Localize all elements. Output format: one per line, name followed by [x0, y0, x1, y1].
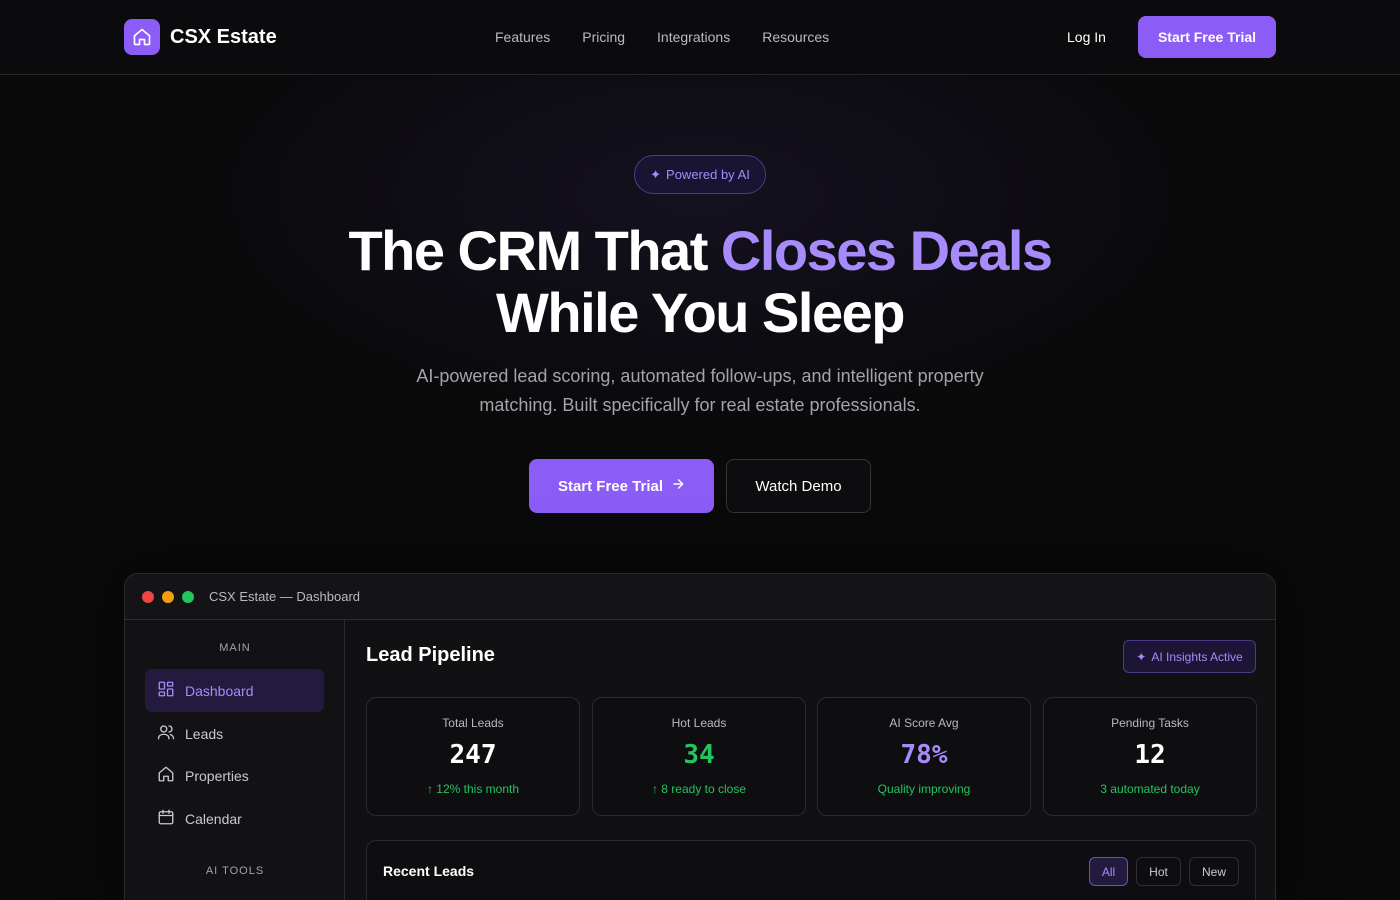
- brand-logo[interactable]: CSX Estate: [124, 19, 277, 55]
- top-nav: CSX Estate Features Pricing Integrations…: [0, 0, 1400, 75]
- stat-value: 78%: [900, 740, 948, 770]
- sparkle-icon: ✦: [650, 166, 662, 182]
- stat-value: 247: [449, 740, 497, 770]
- login-link[interactable]: Log In: [1067, 29, 1106, 45]
- sidebar-item-dashboard[interactable]: Dashboard: [145, 669, 324, 712]
- sidebar-item-properties[interactable]: Properties: [145, 754, 324, 797]
- stat-card-ai-score: AI Score Avg 78% Quality improving: [817, 697, 1031, 816]
- sidebar-item-calendar[interactable]: Calendar: [145, 797, 324, 840]
- ai-insights-pill[interactable]: ✦ AI Insights Active: [1123, 640, 1256, 673]
- stat-label: Pending Tasks: [1111, 716, 1189, 730]
- dashboard-main: Lead Pipeline ✦ AI Insights Active Total…: [345, 620, 1275, 900]
- sidebar-item-label: Calendar: [185, 810, 242, 827]
- stat-label: AI Score Avg: [889, 716, 959, 730]
- users-icon: [157, 723, 175, 744]
- calendar-icon: [157, 808, 175, 829]
- window-titlebar: CSX Estate — Dashboard: [125, 574, 1275, 620]
- filter-all-button[interactable]: All: [1089, 857, 1128, 886]
- sidebar-heading-ai-tools: AI TOOLS: [205, 865, 265, 877]
- filter-hot-button[interactable]: Hot: [1136, 857, 1181, 886]
- arrow-right-icon: [671, 477, 685, 495]
- house-icon: [124, 19, 160, 55]
- nav-link-features[interactable]: Features: [495, 29, 550, 45]
- close-dot-icon: [142, 591, 154, 603]
- nav-link-integrations[interactable]: Integrations: [657, 29, 730, 45]
- stat-label: Hot Leads: [671, 716, 727, 730]
- nav-link-pricing[interactable]: Pricing: [582, 29, 625, 45]
- headline-accent: Closes Deals: [720, 219, 1053, 282]
- window-title: CSX Estate — Dashboard: [209, 589, 361, 604]
- sidebar-item-label: Dashboard: [185, 682, 254, 699]
- brand-name: CSX Estate: [170, 25, 277, 48]
- stat-note: Quality improving: [877, 782, 971, 796]
- sidebar-heading-main: MAIN: [219, 642, 251, 654]
- stat-card-pending-tasks: Pending Tasks 12 3 automated today: [1043, 697, 1257, 816]
- hero-start-trial-label: Start Free Trial: [557, 477, 664, 495]
- stat-note: ↑ 8 ready to close: [651, 782, 747, 796]
- dashboard-window: CSX Estate — Dashboard MAIN Dashboard Le…: [124, 573, 1276, 900]
- recent-leads-panel: Recent Leads All Hot New: [366, 840, 1256, 900]
- sidebar-item-label: Leads: [185, 725, 224, 742]
- stat-value: 34: [683, 740, 715, 770]
- house-icon: [157, 765, 175, 786]
- sidebar-item-label: Properties: [185, 767, 249, 784]
- sparkle-icon: ✦: [1136, 649, 1147, 664]
- dashboard-sidebar: MAIN Dashboard Leads Properties Calendar: [125, 620, 345, 900]
- minimize-dot-icon: [162, 591, 174, 603]
- powered-by-ai-badge: ✦ Powered by AI: [634, 155, 766, 194]
- sidebar-item-leads[interactable]: Leads: [145, 712, 324, 755]
- nav-links: Features Pricing Integrations Resources: [495, 29, 829, 45]
- badge-label: Powered by AI: [666, 167, 750, 182]
- stat-card-hot-leads: Hot Leads 34 ↑ 8 ready to close: [592, 697, 806, 816]
- lead-pipeline-title: Lead Pipeline: [366, 644, 495, 666]
- recent-leads-title: Recent Leads: [383, 863, 475, 879]
- hero-headline-line2: While You Sleep: [496, 281, 905, 344]
- hero-subheading: AI-powered lead scoring, automated follo…: [416, 366, 984, 415]
- headline-part1: The CRM That: [348, 219, 721, 282]
- stat-note: 3 automated today: [1100, 782, 1200, 796]
- stat-value: 12: [1134, 740, 1166, 770]
- grid-icon: [157, 680, 175, 701]
- hero-start-trial-button[interactable]: Start Free Trial: [529, 459, 714, 513]
- stat-label: Total Leads: [442, 716, 504, 730]
- stat-note: ↑ 12% this month: [426, 782, 520, 796]
- filter-new-button[interactable]: New: [1189, 857, 1239, 886]
- nav-link-resources[interactable]: Resources: [762, 29, 829, 45]
- maximize-dot-icon: [182, 591, 194, 603]
- ai-insights-label: AI Insights Active: [1151, 649, 1243, 664]
- hero-headline-line1: The CRM That Closes Deals: [0, 218, 1400, 283]
- watch-demo-button[interactable]: Watch Demo: [726, 459, 871, 513]
- nav-start-trial-button[interactable]: Start Free Trial: [1138, 16, 1276, 58]
- stat-card-total-leads: Total Leads 247 ↑ 12% this month: [366, 697, 580, 816]
